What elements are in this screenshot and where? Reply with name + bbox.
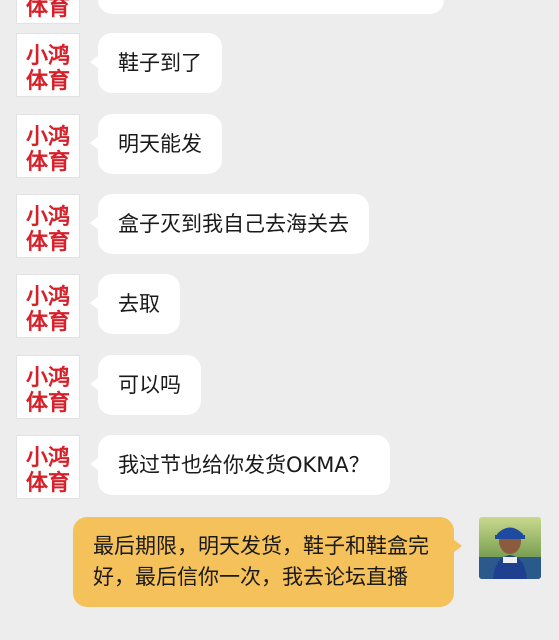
- logo-icon: 小鸿 体育: [17, 275, 79, 337]
- svg-text:体育: 体育: [26, 390, 70, 416]
- logo-icon: 小鸿 体育: [17, 0, 79, 23]
- message-bubble[interactable]: 我过节也给你发货OKMA？: [90, 435, 390, 495]
- message-bubble[interactable]: 鞋子到了: [90, 33, 222, 93]
- logo-icon: 小鸿 体育: [17, 356, 79, 418]
- svg-text:小鸿: 小鸿: [26, 445, 70, 471]
- svg-text:小鸿: 小鸿: [26, 124, 70, 150]
- message-bubble[interactable]: 可以吗: [90, 355, 201, 415]
- logo-icon: 小鸿 体育: [17, 115, 79, 177]
- chat-conversation: 小鸿 体育 小鸿 体育 鞋子到了 小鸿 体育 明天能发: [0, 0, 559, 640]
- user-photo-icon: [479, 517, 541, 579]
- svg-text:小鸿: 小鸿: [26, 43, 70, 69]
- sender-avatar[interactable]: 小鸿 体育: [16, 114, 80, 178]
- message-bubble[interactable]: 去取: [90, 274, 180, 334]
- message-bubble[interactable]: 明天能发: [90, 114, 222, 174]
- svg-text:小鸿: 小鸿: [26, 284, 70, 310]
- svg-text:体育: 体育: [26, 149, 70, 175]
- logo-icon: 小鸿 体育: [17, 195, 79, 257]
- message-bubble-partial[interactable]: [98, 0, 444, 14]
- sender-avatar[interactable]: 小鸿 体育: [16, 33, 80, 97]
- sender-avatar[interactable]: 小鸿 体育: [16, 194, 80, 258]
- svg-text:体育: 体育: [26, 309, 70, 335]
- logo-icon: 小鸿 体育: [17, 34, 79, 96]
- sender-avatar[interactable]: 小鸿 体育: [16, 274, 80, 338]
- sender-avatar[interactable]: 小鸿 体育: [16, 435, 80, 499]
- sender-avatar[interactable]: 小鸿 体育: [16, 0, 80, 24]
- svg-text:体育: 体育: [26, 68, 70, 94]
- message-bubble-outgoing[interactable]: 最后期限，明天发货，鞋子和鞋盒完好，最后信你一次，我去论坛直播: [73, 517, 462, 607]
- svg-text:小鸿: 小鸿: [26, 204, 70, 230]
- message-bubble[interactable]: 盒子灭到我自己去海关去: [90, 194, 369, 254]
- sender-avatar[interactable]: 小鸿 体育: [16, 355, 80, 419]
- svg-text:体育: 体育: [26, 229, 70, 255]
- user-avatar[interactable]: [479, 517, 541, 579]
- svg-text:体育: 体育: [26, 470, 70, 496]
- svg-text:体育: 体育: [26, 0, 70, 21]
- logo-icon: 小鸿 体育: [17, 436, 79, 498]
- svg-text:小鸿: 小鸿: [26, 365, 70, 391]
